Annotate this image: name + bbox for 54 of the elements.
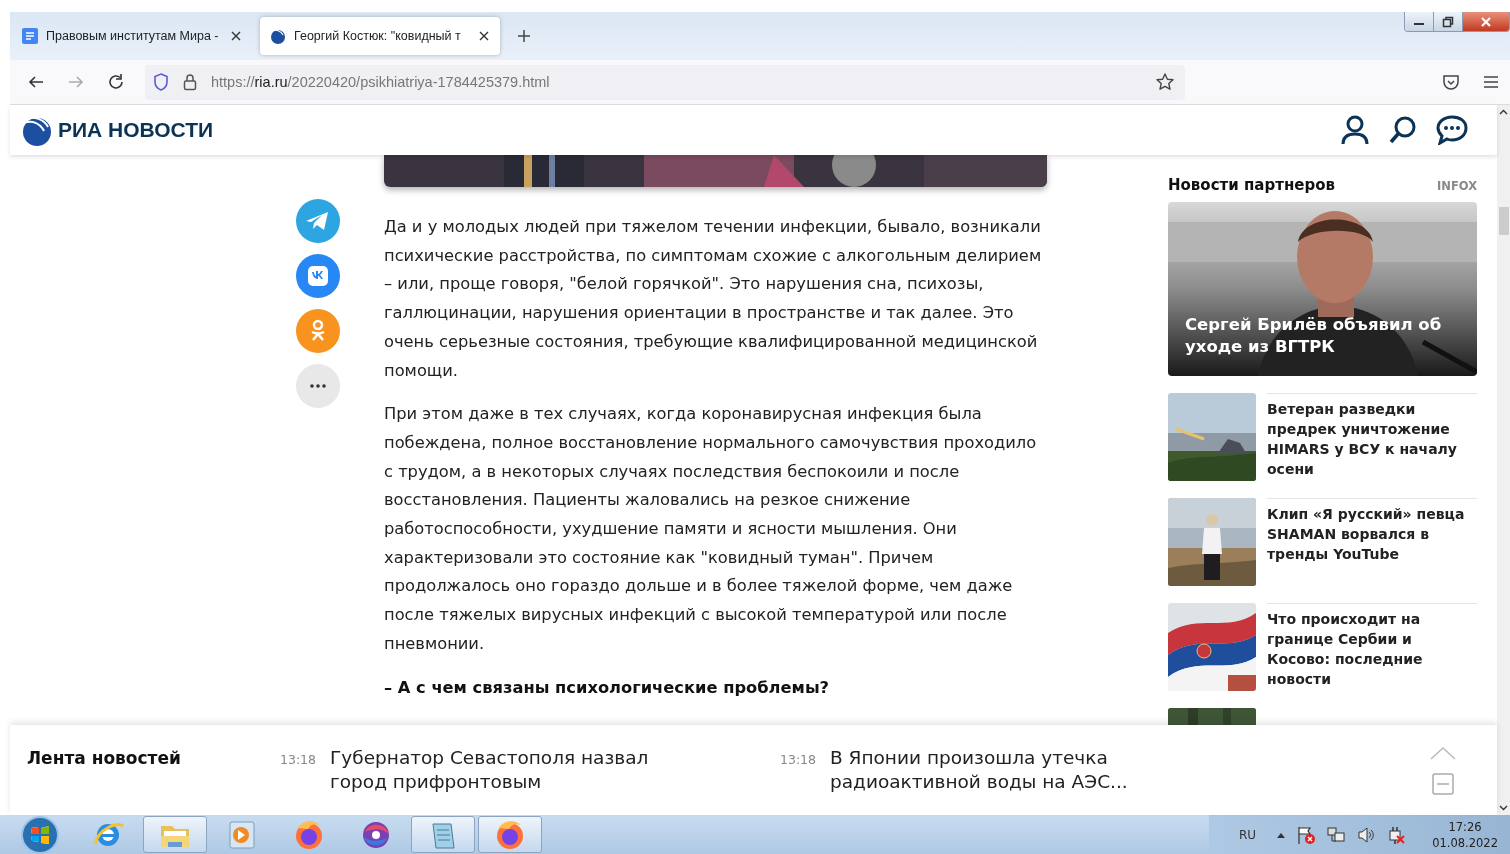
paragraph: Да и у молодых людей при тяжелом течении инфекции, бывало, возникали психические расстройства, по симптомам схожие с алкогольным делирием – или, проще говоря, "белой горячкой". Это нарушения сна, психозы, галлюцинации, нарушения ориентации в пространстве и так далее. Это очень серьезные состояния, требующие квалифицированной медицинской помощи. xyxy=(384,216,1043,382)
featured-news-card[interactable]: Сергей Брилёв объявил об уходе из ВГТРК xyxy=(1168,202,1477,376)
speaker-icon[interactable] xyxy=(1356,824,1377,845)
start-button[interactable] xyxy=(18,815,62,854)
section-title: Лента новостей xyxy=(27,748,182,768)
taskbar-button[interactable] xyxy=(478,816,542,853)
scrollbar[interactable] xyxy=(1497,105,1510,815)
news-headline[interactable]: Губернатор Севастополя назвал город прифронтовым xyxy=(330,746,691,794)
url-text: https://ria.ru/20220420/psikhiatriya-1784425379.html xyxy=(211,74,550,90)
browser-tab[interactable]: Георгий Костюк: "ковидный т xyxy=(260,17,500,55)
star-icon[interactable] xyxy=(1155,72,1175,92)
vk-share-button[interactable] xyxy=(296,254,340,298)
power-plug-icon[interactable] xyxy=(1386,824,1407,845)
telegram-share-button[interactable] xyxy=(296,199,340,243)
minimize-button[interactable] xyxy=(1405,12,1434,31)
section-title: Новости партнеров xyxy=(1168,176,1335,194)
user-icon[interactable] xyxy=(1340,114,1370,146)
scroll-thumb[interactable] xyxy=(1498,207,1509,235)
paragraph: При этом даже в тех случаях, когда коронавирусная инфекция была побеждена, полное восстановление нормального самочувствия проходило с трудом, а в некоторых случаях последствия беспокоили и после восстановления. Пациенты жаловались на резкое снижение работоспособности, ухудшение памяти и ясности мышления. Они характеризовали это состояние как "ковидный туман". Причем продолжалось оно гораздо дольше и в более тяжелой форме, чем даже после тяжелых вирусных инфекций с высокой температурой или после пневмонии. xyxy=(384,403,1038,655)
news-headline[interactable]: Ветеран разведки предрек уничтожение HIMARS у ВСУ к началу осени xyxy=(1267,393,1477,481)
flag-icon[interactable] xyxy=(1296,824,1317,845)
close-button[interactable] xyxy=(1463,12,1509,31)
news-headline[interactable]: В Японии произошла утечка радиоактивной воды на АЭС... xyxy=(830,746,1191,794)
chat-icon[interactable] xyxy=(1436,115,1468,145)
scroll-up-icon[interactable] xyxy=(1499,109,1508,115)
close-icon[interactable] xyxy=(478,30,490,42)
taskbar-button[interactable] xyxy=(143,816,207,853)
shield-icon xyxy=(153,73,169,91)
document-icon xyxy=(22,28,38,44)
site-logo[interactable]: РИА НОВОСТИ xyxy=(20,113,214,147)
address-bar[interactable]: https://ria.ru/20220420/psikhiatriya-1784425379.html xyxy=(145,64,1185,100)
lock-icon xyxy=(183,73,197,91)
source-label: INFOX xyxy=(1437,179,1477,193)
close-icon xyxy=(1480,15,1492,28)
plus-icon xyxy=(517,29,531,43)
pocket-icon[interactable] xyxy=(1442,73,1460,91)
close-icon[interactable] xyxy=(230,30,242,42)
search-icon[interactable] xyxy=(1388,115,1418,145)
featured-headline: Сергей Брилёв объявил об уходе из ВГТРК xyxy=(1185,314,1443,358)
clock[interactable]: 17:26 01.08.2022 xyxy=(1432,818,1498,851)
network-icon[interactable] xyxy=(1326,824,1347,845)
menu-icon[interactable] xyxy=(1482,73,1500,91)
scroll-down-icon[interactable] xyxy=(1499,805,1508,811)
reload-icon[interactable] xyxy=(107,73,125,91)
restore-button[interactable] xyxy=(1434,12,1463,31)
interview-question: – А с чем связаны психологические проблемы? xyxy=(384,676,831,699)
language-indicator[interactable]: RU xyxy=(1239,827,1257,842)
news-time: 13:18 xyxy=(780,751,817,767)
browser-tab[interactable]: Правовым институтам Мира - xyxy=(12,17,252,55)
news-headline[interactable]: Что происходит на границе Сербии и Косово: последние новости xyxy=(1267,603,1477,691)
logo-icon xyxy=(270,28,286,44)
restore-icon xyxy=(1442,15,1454,28)
news-time: 13:18 xyxy=(280,751,317,767)
news-headline[interactable]: Клип «Я русский» певца SHAMAN ворвался в тренды YouTube xyxy=(1267,498,1477,586)
